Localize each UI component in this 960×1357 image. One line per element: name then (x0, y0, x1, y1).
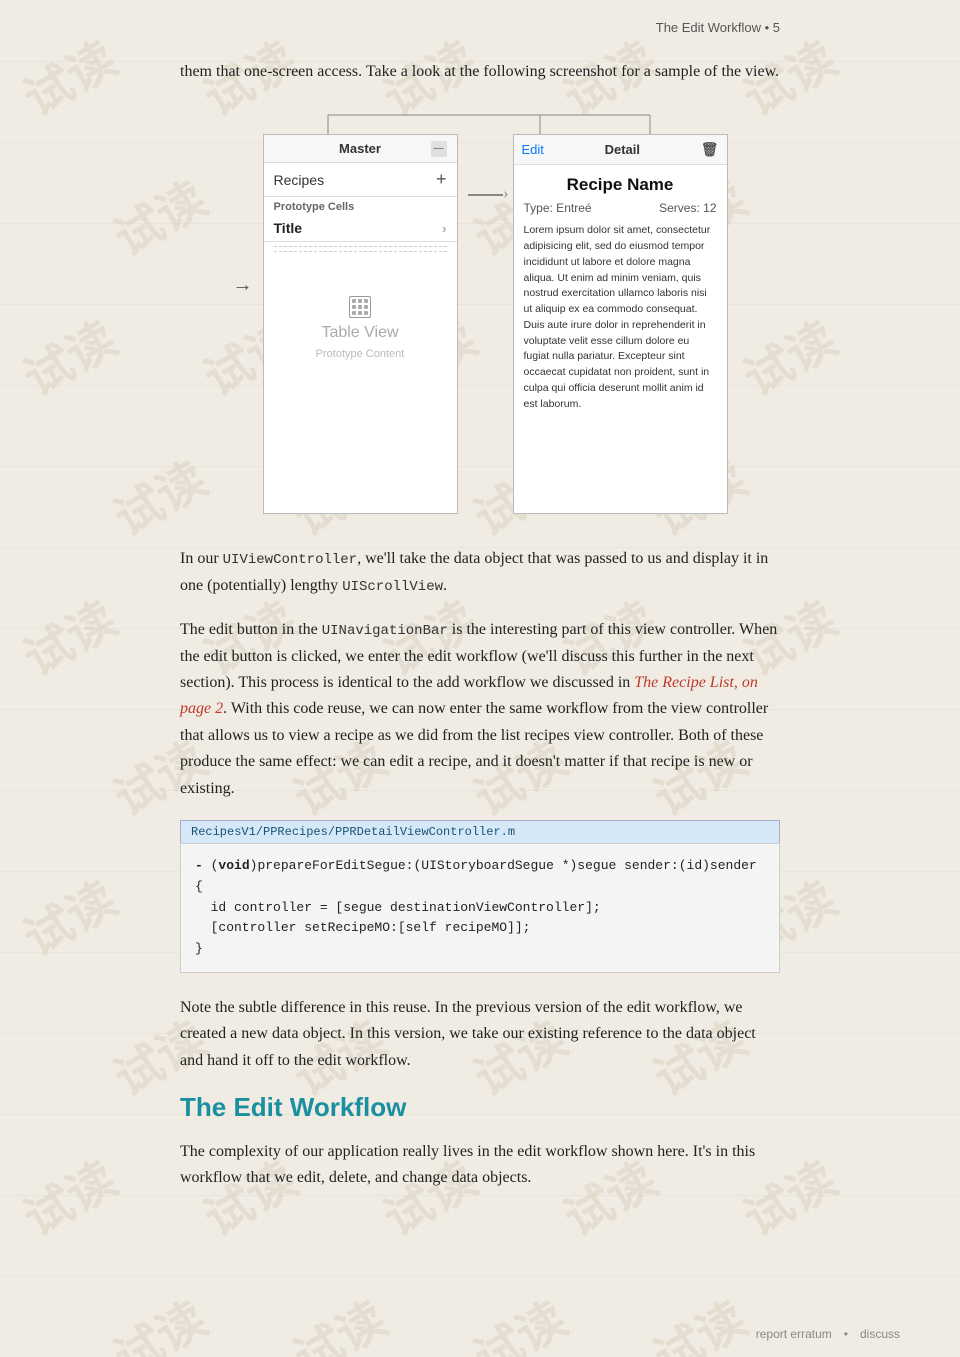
prototype-content-label: Prototype Content (316, 348, 405, 360)
page-number: The Edit Workflow • 5 (656, 20, 780, 35)
master-nav-minus: — (431, 141, 447, 157)
code-block: - (void)prepareForEditSegue:(UIStoryboar… (180, 843, 780, 973)
master-title: Master (339, 141, 381, 156)
paragraph-2: The edit button in the UINavigationBar i… (180, 617, 780, 802)
recipe-meta: Type: Entreé Serves: 12 (514, 201, 727, 223)
intro-paragraph: them that one-screen access. Take a look… (180, 59, 780, 85)
master-nav-bar: Master — (264, 135, 457, 163)
code-line-1-minus: - (195, 858, 203, 873)
master-panel: Master — Recipes + Prototype Cells Title… (263, 134, 458, 514)
report-erratum-link[interactable]: report erratum (756, 1327, 832, 1341)
paragraph-1: In our UIViewController, we'll take the … (180, 546, 780, 599)
recipe-body: Lorem ipsum dolor sit amet, consectetur … (514, 223, 727, 422)
table-view-area: Table View Prototype Content (264, 256, 457, 400)
section-heading: The Edit Workflow (180, 1092, 780, 1123)
arrow-line: › (468, 194, 503, 196)
title-row: Title › (264, 215, 457, 242)
page-container: The Edit Workflow • 5 them that one-scre… (120, 0, 840, 1270)
paragraph-3: Note the subtle difference in this reuse… (180, 995, 780, 1074)
detail-panel: Edit Detail 🗑 Recipe Name Type: Entreé S… (513, 134, 728, 514)
dotted-separator-2 (274, 251, 447, 252)
code-uinavigationbar: UINavigationBar (322, 623, 448, 639)
connector-lines-svg (230, 113, 730, 135)
table-view-label: Table View (321, 324, 398, 342)
edit-button-label: Edit (522, 142, 544, 157)
plus-button: + (436, 169, 447, 190)
title-label: Title (274, 220, 303, 236)
recipes-row: Recipes + (264, 163, 457, 197)
detail-nav-bar: Edit Detail 🗑 (514, 135, 727, 165)
left-arrow: → (233, 274, 263, 297)
dotted-separator-1 (274, 246, 447, 247)
page-footer: report erratum • discuss (756, 1327, 900, 1341)
code-void-keyword: void (218, 858, 249, 873)
section-body: The complexity of our application really… (180, 1139, 780, 1192)
serves-label: Serves: 12 (659, 201, 716, 215)
panel-arrow: › (458, 194, 513, 196)
recipes-label: Recipes (274, 172, 325, 188)
diagram-panels: → Master — Recipes + Prototype Cells (233, 134, 728, 514)
code-filename: RecipesV1/PPRecipes/PPRDetailViewControl… (180, 820, 780, 843)
detail-nav-icon: 🗑 (701, 141, 719, 158)
diagram-section: → Master — Recipes + Prototype Cells (180, 113, 780, 514)
grid-icon (349, 296, 371, 318)
master-panel-wrapper: Master — Recipes + Prototype Cells Title… (263, 134, 458, 514)
prototype-cells-label: Prototype Cells (264, 197, 457, 215)
type-label: Type: Entreé (524, 201, 592, 215)
detail-nav-title: Detail (552, 142, 693, 157)
code-uiscrollview: UIScrollView (342, 579, 443, 595)
page-header: The Edit Workflow • 5 (180, 20, 780, 35)
code-uiviewcontroller: UIViewController (223, 552, 357, 568)
title-chevron: › (442, 221, 446, 236)
discuss-link[interactable]: discuss (860, 1327, 900, 1341)
footer-separator: • (844, 1327, 848, 1341)
recipe-list-link[interactable]: The Recipe List, on page 2 (180, 674, 758, 717)
recipe-name: Recipe Name (514, 165, 727, 201)
